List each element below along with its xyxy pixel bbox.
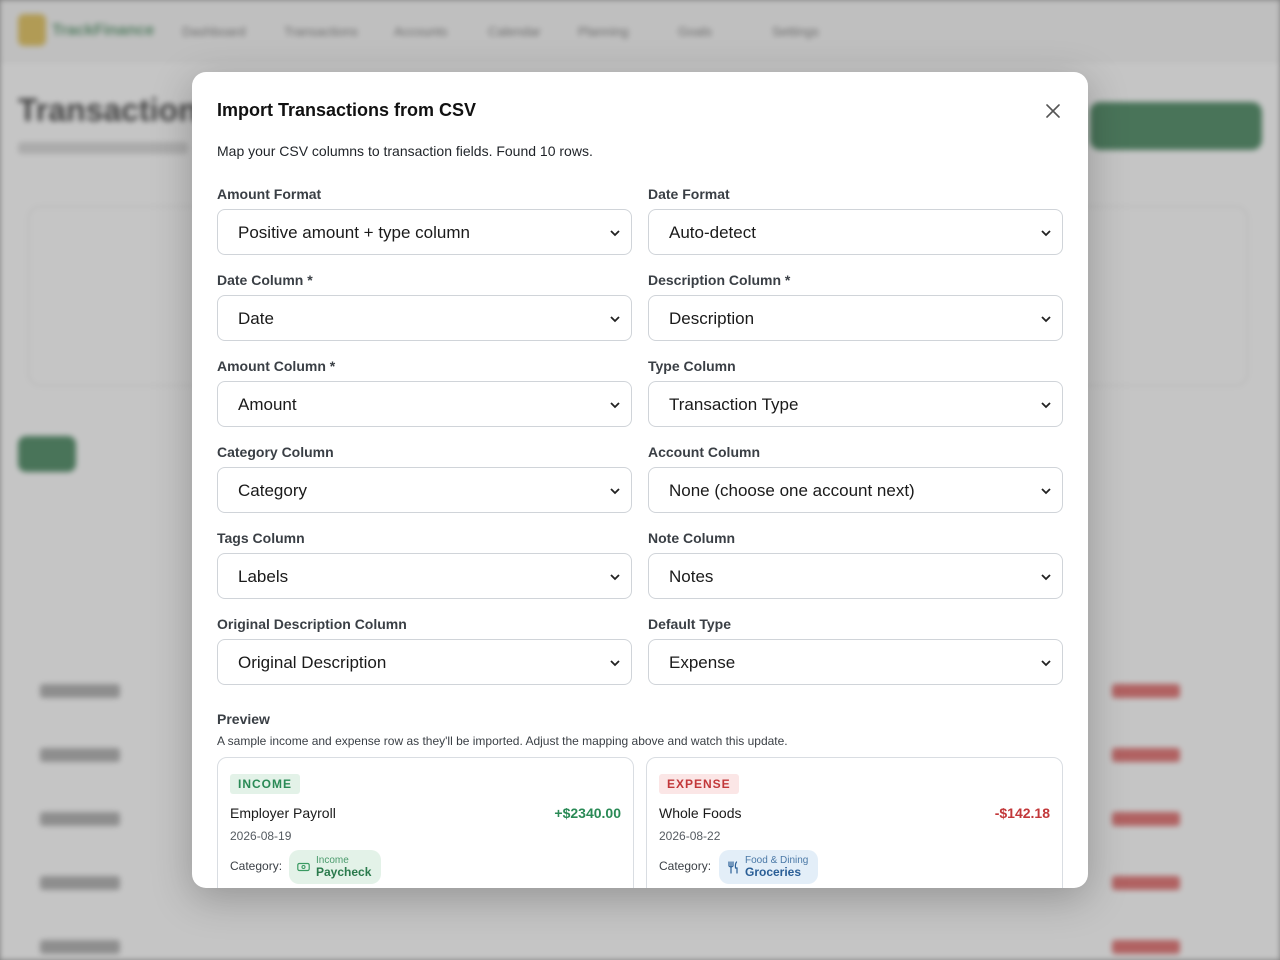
type-column-select[interactable]: Transaction Type bbox=[649, 382, 1062, 426]
import-csv-dialog: Import Transactions from CSV Map your CS… bbox=[192, 72, 1088, 888]
default-type-select[interactable]: Expense bbox=[649, 640, 1062, 684]
amount-column-field: Amount Column * Amount bbox=[217, 358, 632, 427]
field-label: Description Column * bbox=[648, 272, 791, 288]
description-column-field: Description Column * Description bbox=[648, 272, 1063, 341]
transaction-name: Whole Foods bbox=[659, 805, 742, 821]
money-icon bbox=[297, 862, 310, 872]
field-label: Date Format bbox=[648, 186, 730, 202]
dialog-description: Map your CSV columns to transaction fiel… bbox=[217, 143, 593, 159]
description-column-select[interactable]: Description bbox=[649, 296, 1062, 340]
top-nav: TrackFinance Dashboard Transactions Acco… bbox=[0, 0, 1280, 62]
filter-chip[interactable] bbox=[18, 436, 76, 472]
transaction-date: 2026-08-19 bbox=[230, 829, 292, 843]
expense-preview-card: EXPENSE Whole Foods -$142.18 2026-08-22 … bbox=[646, 757, 1063, 888]
category-pill: Food & Dining Groceries bbox=[719, 850, 819, 884]
expense-badge: EXPENSE bbox=[659, 774, 739, 794]
income-badge: INCOME bbox=[230, 774, 300, 794]
table-row bbox=[40, 940, 1190, 958]
category-child: Paycheck bbox=[316, 864, 372, 879]
type-column-field: Type Column Transaction Type bbox=[648, 358, 1063, 427]
amount-format-field: Amount Format Positive amount + type col… bbox=[217, 186, 632, 255]
transaction-date: 2026-08-22 bbox=[659, 829, 721, 843]
app-logo bbox=[18, 14, 46, 46]
page-subtitle bbox=[18, 142, 188, 154]
date-column-select[interactable]: Date bbox=[218, 296, 631, 340]
category-label: Category: bbox=[659, 859, 712, 873]
nav-item[interactable]: Accounts bbox=[394, 24, 447, 39]
category-column-field: Category Column Category bbox=[217, 444, 632, 513]
preview-description: A sample income and expense row as they'… bbox=[217, 734, 788, 748]
category-child: Groceries bbox=[745, 864, 802, 879]
dialog-title: Import Transactions from CSV bbox=[217, 100, 477, 120]
nav-item[interactable]: Planning bbox=[578, 24, 629, 39]
date-format-select[interactable]: Auto-detect bbox=[649, 210, 1062, 254]
preview-heading: Preview bbox=[217, 711, 270, 727]
original-description-column-select[interactable]: Original Description bbox=[218, 640, 631, 684]
app-name: TrackFinance bbox=[52, 22, 155, 39]
nav-item[interactable]: Dashboard bbox=[182, 24, 246, 39]
field-label: Note Column bbox=[648, 530, 736, 546]
tags-column-select[interactable]: Labels bbox=[218, 554, 631, 598]
default-type-field: Default Type Expense bbox=[648, 616, 1063, 685]
date-column-field: Date Column * Date bbox=[217, 272, 632, 341]
tags-column-field: Tags Column Labels bbox=[217, 530, 632, 599]
nav-item[interactable]: Settings bbox=[772, 24, 819, 39]
field-label: Amount Column * bbox=[217, 358, 336, 374]
fork-knife-icon bbox=[728, 860, 738, 874]
field-label: Amount Format bbox=[217, 186, 322, 202]
note-column-field: Note Column Notes bbox=[648, 530, 1063, 599]
nav-item[interactable]: Calendar bbox=[488, 24, 541, 39]
category-pill: Income Paycheck bbox=[289, 850, 382, 884]
nav-item[interactable]: Goals bbox=[678, 24, 712, 39]
amount-format-select[interactable]: Positive amount + type column bbox=[218, 210, 631, 254]
original-description-column-field: Original Description Column Original Des… bbox=[217, 616, 632, 685]
transaction-amount: -$142.18 bbox=[994, 805, 1050, 821]
note-column-select[interactable]: Notes bbox=[649, 554, 1062, 598]
category-column-select[interactable]: Category bbox=[218, 468, 631, 512]
field-label: Category Column bbox=[217, 444, 334, 460]
add-transaction-button[interactable] bbox=[1090, 102, 1262, 150]
close-icon bbox=[1046, 104, 1060, 118]
field-label: Type Column bbox=[648, 358, 736, 374]
transaction-amount: +$2340.00 bbox=[554, 805, 621, 821]
date-format-field: Date Format Auto-detect bbox=[648, 186, 1063, 255]
field-label: Date Column * bbox=[217, 272, 313, 288]
account-column-field: Account Column None (choose one account … bbox=[648, 444, 1063, 513]
close-button[interactable] bbox=[1040, 98, 1066, 124]
amount-column-select[interactable]: Amount bbox=[218, 382, 631, 426]
field-label: Default Type bbox=[648, 616, 731, 632]
field-label: Original Description Column bbox=[217, 616, 407, 632]
transaction-name: Employer Payroll bbox=[230, 805, 336, 821]
account-column-select[interactable]: None (choose one account next) bbox=[649, 468, 1062, 512]
field-label: Account Column bbox=[648, 444, 760, 460]
nav-item[interactable]: Transactions bbox=[284, 24, 358, 39]
field-label: Tags Column bbox=[217, 530, 305, 546]
mapping-form: Amount Format Positive amount + type col… bbox=[217, 186, 1063, 685]
category-label: Category: bbox=[230, 859, 283, 873]
page-title: Transactions bbox=[18, 92, 216, 128]
income-preview-card: INCOME Employer Payroll +$2340.00 2026-0… bbox=[217, 757, 634, 888]
